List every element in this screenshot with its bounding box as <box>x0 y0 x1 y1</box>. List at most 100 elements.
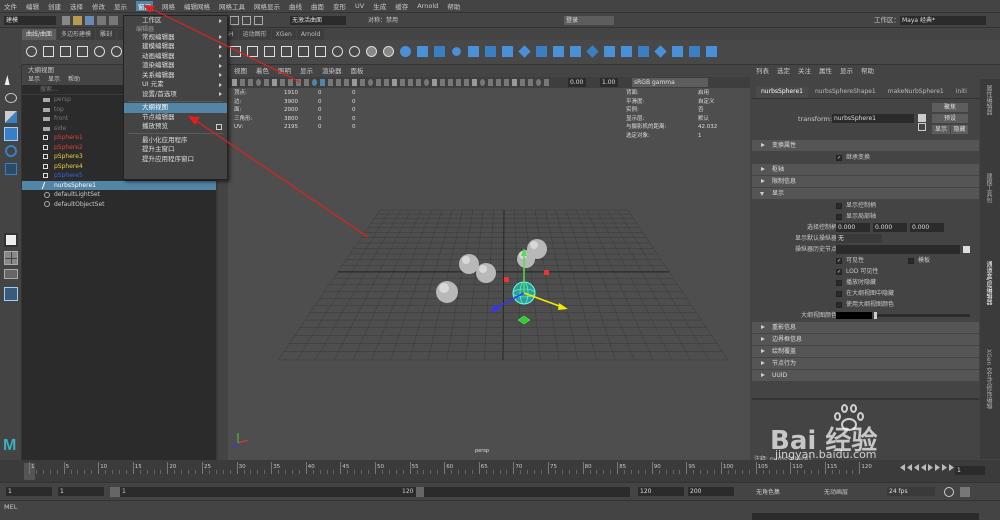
shelf-tool-21-icon[interactable] <box>383 46 394 57</box>
viewport-tool-37-icon[interactable] <box>528 79 533 86</box>
slider-handle[interactable] <box>874 312 877 319</box>
shelf-tool-27-icon[interactable] <box>485 46 496 57</box>
viewport-tool-35-icon[interactable] <box>512 79 517 86</box>
viewport-tool-22-icon[interactable] <box>408 79 413 86</box>
viewport-menu-1[interactable]: 着色 <box>256 65 269 77</box>
manip-history-field[interactable] <box>836 245 960 254</box>
mode-dropdown[interactable]: 建模 <box>4 16 56 25</box>
window-menu-item[interactable]: 节点编辑器 <box>124 113 227 123</box>
menu-10[interactable]: 网格显示 <box>254 1 280 11</box>
shelf-tool-17-icon[interactable] <box>315 46 326 57</box>
window-menu-item[interactable]: 大纲视图 <box>124 103 227 113</box>
new-scene-icon[interactable] <box>62 16 70 25</box>
viewport-tool-6-icon[interactable] <box>280 79 285 86</box>
sphere-pSphere1[interactable] <box>436 281 458 303</box>
playback-start-field[interactable]: 1 <box>58 487 104 496</box>
shelf-tool-19-icon[interactable] <box>349 46 360 57</box>
shelf-tab-0[interactable]: 曲线/曲面 <box>22 29 57 40</box>
shelf-tool-32-icon[interactable] <box>570 46 581 57</box>
viewport-tool-9-icon[interactable] <box>304 79 309 86</box>
menu-12[interactable]: 曲面 <box>311 1 324 11</box>
viewport-tool-26-icon[interactable] <box>440 79 445 86</box>
active-surface-field[interactable]: 无激活曲面 <box>290 16 346 25</box>
map-button-icon[interactable] <box>963 246 970 253</box>
window-menu-item[interactable]: 常规编辑器 <box>124 33 227 43</box>
sphere-pSphere3[interactable] <box>476 263 496 283</box>
layout-four-icon[interactable] <box>4 251 18 265</box>
viewport-menu-2[interactable]: 照明 <box>278 65 291 77</box>
window-menu-item[interactable]: 工作区 <box>124 16 227 26</box>
shelf-tool-39-icon[interactable] <box>689 46 700 57</box>
shelf-tool-1-icon[interactable] <box>43 46 54 57</box>
attr-menu-5[interactable]: 帮助 <box>861 65 874 77</box>
viewport-tool-21-icon[interactable] <box>400 79 405 86</box>
outliner-item[interactable]: nurbsSphere1 <box>22 180 216 190</box>
attr-node-tab-0[interactable]: nurbsSphere1 <box>756 87 808 98</box>
viewport-canvas[interactable] <box>228 88 750 460</box>
viewport-tool-5-icon[interactable] <box>272 79 277 86</box>
shelf-tool-18-icon[interactable] <box>332 46 343 57</box>
window-menu-item[interactable]: 渲染编辑器 <box>124 61 227 71</box>
play-back-icon[interactable] <box>921 464 926 471</box>
viewport-tool-25-icon[interactable] <box>432 79 437 86</box>
attr-menu-4[interactable]: 显示 <box>840 65 853 77</box>
viewport-menu-3[interactable]: 显示 <box>300 65 313 77</box>
viewport-tool-3-icon[interactable] <box>256 79 261 86</box>
range-handle-end[interactable] <box>416 487 424 497</box>
move-tool-icon[interactable] <box>4 127 18 141</box>
section-transform-attrs[interactable]: 变换属性 <box>752 140 979 151</box>
viewport-tool-32-icon[interactable] <box>488 79 493 86</box>
scene-end-field[interactable]: 200 <box>688 487 734 496</box>
viewport-tool-15-icon[interactable] <box>352 79 357 86</box>
template-checkbox[interactable] <box>908 257 914 264</box>
fps-dropdown[interactable]: 24 fps <box>887 487 935 496</box>
shelf-tool-26-icon[interactable] <box>468 46 479 57</box>
viewport-tool-12-icon[interactable] <box>328 79 333 86</box>
go-start-icon[interactable] <box>900 464 905 471</box>
viewport-tool-10-icon[interactable] <box>312 79 317 86</box>
hide-button[interactable]: 隐藏 <box>951 125 968 134</box>
viewport-tool-0-icon[interactable] <box>232 79 237 86</box>
shelf-tool-25-icon[interactable] <box>450 45 463 58</box>
range-handle-start[interactable] <box>110 487 120 497</box>
rotate-tool-icon[interactable] <box>5 145 17 157</box>
login-button[interactable]: 登录 <box>564 16 614 25</box>
shelf-tool-28-icon[interactable] <box>502 46 513 57</box>
shelf-tool-14-icon[interactable] <box>264 46 275 57</box>
shelf-tool-15-icon[interactable] <box>281 46 292 57</box>
hide-on-playback-checkbox[interactable] <box>836 279 842 286</box>
viewport-tool-23-icon[interactable] <box>416 79 421 86</box>
viewport-tool-16-icon[interactable] <box>360 79 365 86</box>
shelf-tool-33-icon[interactable] <box>586 45 599 58</box>
visibility-checkbox[interactable]: ✓ <box>836 257 842 264</box>
shelf-tool-37-icon[interactable] <box>654 45 667 58</box>
shelf-tab-2[interactable]: 雕刻 <box>96 29 117 40</box>
section-pivot[interactable]: 枢轴 <box>752 164 979 175</box>
layout-outliner-icon[interactable] <box>4 287 18 301</box>
menu-2[interactable]: 创建 <box>48 1 61 11</box>
menu-3[interactable]: 选择 <box>70 1 83 11</box>
attr-section[interactable]: 节点行为 <box>752 358 979 369</box>
attr-node-tab-2[interactable]: makeNurbSphere1 <box>883 87 949 98</box>
layout-persp-outliner-icon[interactable] <box>4 269 18 279</box>
viewport-tool-29-icon[interactable] <box>464 79 469 86</box>
attr-menu-0[interactable]: 列表 <box>756 65 769 77</box>
range-bar[interactable]: 1 120 <box>110 487 630 497</box>
viewport-tool-36-icon[interactable] <box>520 79 525 86</box>
side-tab-3[interactable]: XGen 交互式修饰编辑 <box>980 343 997 431</box>
shelf-tool-5-icon[interactable] <box>111 46 122 57</box>
attr-section[interactable]: 重影信息 <box>752 322 979 333</box>
viewport-menu-4[interactable]: 渲染器 <box>322 65 342 77</box>
save-scene-icon[interactable] <box>85 16 94 25</box>
menu-4[interactable]: 修改 <box>92 1 105 11</box>
viewport-tool-1-icon[interactable] <box>240 79 245 86</box>
hide-in-outliner-checkbox[interactable] <box>836 290 842 297</box>
window-menu-item[interactable]: 提升主窗口 <box>124 145 227 155</box>
playback-end-field[interactable]: 120 <box>638 487 684 496</box>
shelf-tab-8[interactable]: 运动图形 <box>238 29 271 40</box>
shelf-tool-35-icon[interactable] <box>621 46 632 57</box>
menu-13[interactable]: 变形 <box>333 1 346 11</box>
select-tool-icon[interactable] <box>4 75 18 85</box>
go-end-icon[interactable] <box>949 464 954 471</box>
option-box-icon[interactable] <box>216 124 222 130</box>
